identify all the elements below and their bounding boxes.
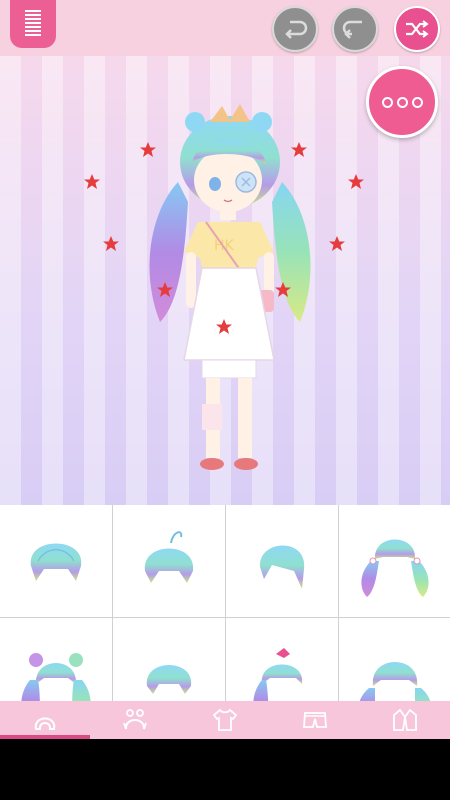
hair-option-bun-twintails[interactable] bbox=[0, 618, 112, 701]
more-dot bbox=[411, 96, 423, 108]
category-tab-bar bbox=[0, 701, 450, 739]
top-bar bbox=[0, 0, 450, 56]
undo-button[interactable] bbox=[272, 6, 318, 52]
shuffle-button[interactable] bbox=[394, 6, 440, 52]
hair-side-swept-icon bbox=[259, 545, 305, 589]
menu-button[interactable] bbox=[10, 0, 56, 48]
tab-hair[interactable] bbox=[0, 701, 90, 739]
tab-tops[interactable] bbox=[180, 701, 270, 739]
jacket-icon bbox=[393, 708, 417, 731]
star-icon bbox=[348, 174, 364, 189]
hair-ahoge-icon bbox=[144, 531, 194, 583]
hair-short-bowl-icon bbox=[146, 665, 192, 694]
redo-button[interactable] bbox=[332, 6, 378, 52]
hair-option-twin-tails[interactable] bbox=[339, 505, 450, 617]
hair-twin-tails-icon bbox=[361, 539, 429, 597]
star-icon bbox=[103, 236, 119, 251]
shirt-icon bbox=[212, 708, 238, 731]
star-icon bbox=[329, 236, 345, 251]
shorts-icon bbox=[303, 712, 327, 728]
more-options-button[interactable] bbox=[366, 66, 438, 138]
tab-bottoms[interactable] bbox=[270, 701, 360, 739]
app-screen: HK bbox=[0, 0, 450, 800]
hair-option-short-bowl[interactable] bbox=[113, 618, 225, 701]
hair-option-low-pigtails[interactable] bbox=[339, 618, 450, 701]
hair-option-ponytail-bow[interactable] bbox=[226, 618, 338, 701]
hair-options-grid bbox=[0, 505, 450, 701]
redo-icon bbox=[342, 20, 362, 39]
more-dot bbox=[396, 96, 408, 108]
hair-option-side-swept[interactable] bbox=[226, 505, 338, 617]
hair-bob-icon bbox=[30, 543, 82, 581]
hair-low-pigtails-icon bbox=[359, 662, 431, 701]
accessory-icon bbox=[123, 709, 147, 730]
shuffle-icon bbox=[406, 20, 429, 38]
character-stage: HK bbox=[0, 56, 450, 505]
tab-outerwear[interactable] bbox=[360, 701, 450, 739]
hair-ponytail-bow-icon bbox=[253, 648, 303, 701]
more-options-icon bbox=[381, 96, 393, 108]
hair-option-ahoge-bob[interactable] bbox=[113, 505, 225, 617]
character-doll[interactable]: HK bbox=[140, 92, 320, 482]
menu-icon bbox=[25, 10, 41, 38]
undo-icon bbox=[285, 20, 308, 39]
system-nav-area bbox=[0, 739, 450, 800]
star-icon bbox=[84, 174, 100, 189]
tab-accessories[interactable] bbox=[90, 701, 180, 739]
hair-option-bob[interactable] bbox=[0, 505, 112, 617]
hair-icon bbox=[34, 717, 56, 730]
hair-bun-twintails-icon bbox=[21, 653, 91, 701]
